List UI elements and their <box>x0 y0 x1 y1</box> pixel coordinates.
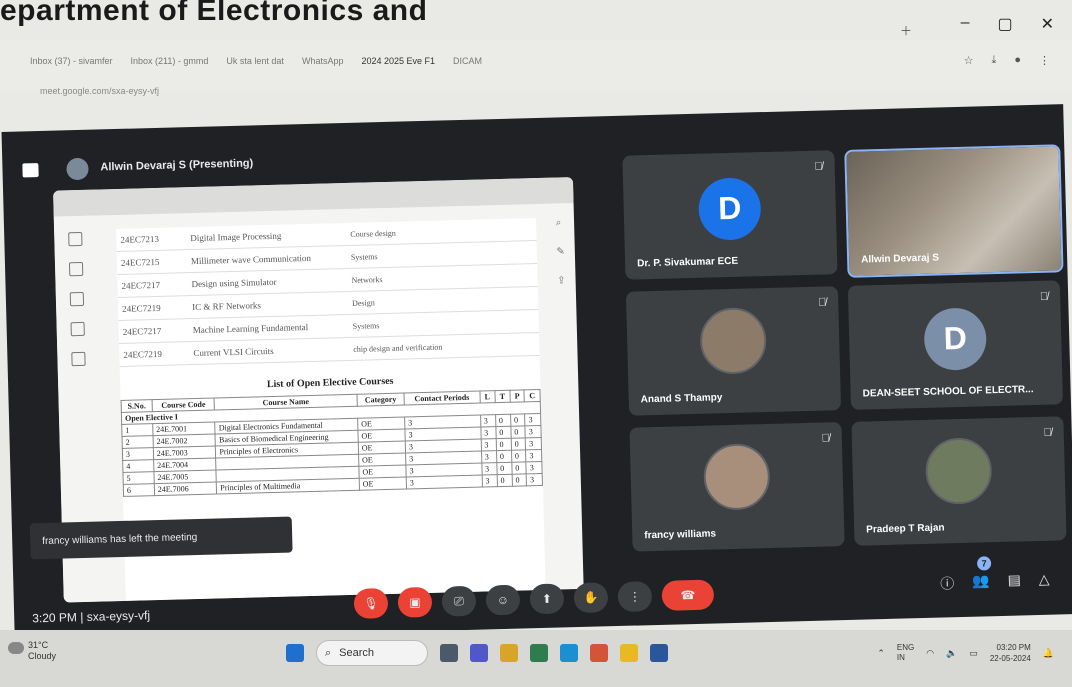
camera-toggle-button[interactable]: ▣ <box>397 586 433 618</box>
file-explorer-icon[interactable] <box>500 644 518 662</box>
windows-taskbar: 31°C Cloudy ⌕ Search ⌃ ENG IN ◠ 🔈 ▭ 03:2… <box>0 630 1072 687</box>
participant-name: Pradeep T Rajan <box>866 522 945 536</box>
edge-icon[interactable] <box>560 644 578 662</box>
more-options-button[interactable]: ⋮ <box>617 581 653 613</box>
teams-icon[interactable] <box>470 644 488 662</box>
notification-icon[interactable]: 🔔 <box>1043 648 1054 659</box>
tab-whatsapp[interactable]: WhatsApp <box>302 56 344 66</box>
participant-avatar <box>924 437 993 505</box>
browser-tabs: Inbox (37) - sivamfer Inbox (211) - gmmd… <box>30 56 482 66</box>
search-icon: ⌕ <box>325 646 332 659</box>
profile-icon[interactable]: ● <box>1014 54 1021 67</box>
mic-off-icon: 🎙̸ <box>1043 426 1052 439</box>
meeting-time: 3:20 PM <box>32 610 78 626</box>
battery-icon[interactable]: ▭ <box>969 648 978 659</box>
address-bar[interactable]: meet.google.com/sxa-eysy-vfj <box>40 86 159 96</box>
participant-name: francy williams <box>644 528 717 542</box>
meet-side-controls: ⓘ 👥 ▤ △ <box>940 571 1050 594</box>
office-icon[interactable] <box>590 644 608 662</box>
mic-off-icon: 🎙̸ <box>821 432 830 445</box>
volume-icon[interactable]: 🔈 <box>946 648 957 659</box>
participant-tile[interactable]: 🎙̸ Pradeep T Rajan <box>851 416 1067 546</box>
share-icon[interactable]: ⇪ <box>557 275 566 286</box>
tab-3[interactable]: Uk sta lent dat <box>226 56 284 66</box>
bookmark-icon[interactable] <box>68 261 84 277</box>
raise-hand-button[interactable]: ✋ <box>573 582 609 614</box>
start-icon[interactable] <box>286 644 304 662</box>
browser-toolbar-icons: ☆ ⤓ ● ⋮ <box>964 54 1050 67</box>
emoji-button[interactable]: ☺ <box>485 584 521 616</box>
captions-button[interactable]: ⎚ <box>441 585 477 617</box>
weather-icon <box>8 642 24 654</box>
close-button[interactable]: ✕ <box>1041 14 1054 34</box>
attach-icon[interactable] <box>69 291 85 307</box>
document-right-tools: ⌕ ✎ ⇪ <box>556 217 566 286</box>
store-icon[interactable] <box>530 644 548 662</box>
tab-6[interactable]: DICAM <box>453 56 482 66</box>
info-icon[interactable]: ⓘ <box>940 573 955 593</box>
new-tab-button[interactable]: ＋ <box>900 22 912 39</box>
chrome-icon[interactable] <box>620 644 638 662</box>
edit-icon[interactable]: ✎ <box>556 246 565 257</box>
mic-toggle-button[interactable]: 🎙 <box>353 588 389 619</box>
activities-icon[interactable]: △ <box>1039 571 1050 591</box>
participant-tile[interactable]: 🎙̸ Anand S Thampy <box>625 286 842 416</box>
participant-name: Anand S Thampy <box>640 392 723 406</box>
task-view-icon[interactable] <box>440 644 458 662</box>
search-doc-icon[interactable] <box>71 351 86 367</box>
weather-widget[interactable]: 31°C Cloudy <box>28 640 56 662</box>
system-tray: ⌃ ENG IN ◠ 🔈 ▭ 03:20 PM 22-05-2024 🔔 <box>877 642 1054 664</box>
participant-avatar <box>702 443 771 511</box>
language-indicator[interactable]: ENG IN <box>897 643 914 663</box>
avatar-letter: D <box>697 176 762 241</box>
tab-inbox[interactable]: Inbox (37) - sivamfer <box>30 56 113 66</box>
participant-count-badge: 7 <box>976 556 992 571</box>
layers-icon[interactable] <box>70 321 85 337</box>
minimize-button[interactable]: – <box>961 14 970 34</box>
menu-icon[interactable]: ⋮ <box>1039 54 1050 67</box>
word-icon[interactable] <box>650 644 668 662</box>
meeting-code: sxa-eysy-vfj <box>86 608 151 624</box>
mic-off-icon: 🎙̸ <box>1039 290 1049 303</box>
tab-inbox-2[interactable]: Inbox (211) - gmmd <box>131 56 209 66</box>
chevron-up-icon[interactable]: ⌃ <box>877 648 885 659</box>
mic-off-icon: 🎙̸ <box>814 160 823 173</box>
present-icon[interactable] <box>22 163 39 178</box>
participant-name: Dr. P. Sivakumar ECE <box>637 255 739 270</box>
chat-icon[interactable]: ▤ <box>1007 571 1021 591</box>
taskbar-search[interactable]: ⌕ Search <box>316 640 428 666</box>
system-clock[interactable]: 03:20 PM 22-05-2024 <box>990 642 1031 664</box>
page-banner: epartment of Electronics and <box>0 0 428 27</box>
participant-name: DEAN-SEET SCHOOL OF ELECTR... <box>862 384 1034 400</box>
meeting-clock: 3:20 PM | sxa-eysy-vfj <box>32 608 151 626</box>
avatar-letter: D <box>923 307 988 371</box>
mic-off-icon: 🎙̸ <box>817 296 827 309</box>
open-elective-table: S.No. Course Code Course Name Category Conta… <box>121 389 543 497</box>
meet-screen: Allwin Devaraj S (Presenting) 24EC7213 Di… <box>1 104 1072 642</box>
present-button[interactable]: ⬆ <box>529 583 565 615</box>
browser-chrome <box>0 40 1072 92</box>
people-icon[interactable]: 👥 <box>972 572 990 592</box>
end-call-button[interactable]: ☎ <box>661 579 715 611</box>
thumbnail-icon[interactable] <box>68 231 83 247</box>
star-icon[interactable]: ☆ <box>964 54 974 67</box>
zoom-icon[interactable]: ⌕ <box>556 217 565 228</box>
document-toolbar <box>53 177 574 217</box>
maximize-button[interactable]: ▢ <box>997 14 1012 34</box>
participant-avatar <box>699 307 768 375</box>
notification-toast: francy williams has left the meeting <box>29 516 293 560</box>
taskbar-apps: ⌕ Search <box>286 640 668 666</box>
window-controls: – ▢ ✕ <box>961 14 1054 34</box>
participant-name: Allwin Devaraj S <box>861 252 940 266</box>
participant-tile-active[interactable]: Allwin Devaraj S <box>844 144 1064 278</box>
download-icon[interactable]: ⤓ <box>991 54 996 67</box>
participant-tile[interactable]: D 🎙̸ DEAN-SEET SCHOOL OF ELECTR... <box>847 280 1063 410</box>
presenter-name: Allwin Devaraj S (Presenting) <box>100 157 254 174</box>
wifi-icon[interactable]: ◠ <box>926 648 934 659</box>
participant-tile[interactable]: D 🎙̸ Dr. P. Sivakumar ECE <box>622 150 838 280</box>
tab-active[interactable]: 2024 2025 Eve F1 <box>361 56 435 66</box>
participant-tile[interactable]: 🎙̸ francy williams <box>629 422 845 552</box>
presenter-avatar <box>66 157 89 181</box>
